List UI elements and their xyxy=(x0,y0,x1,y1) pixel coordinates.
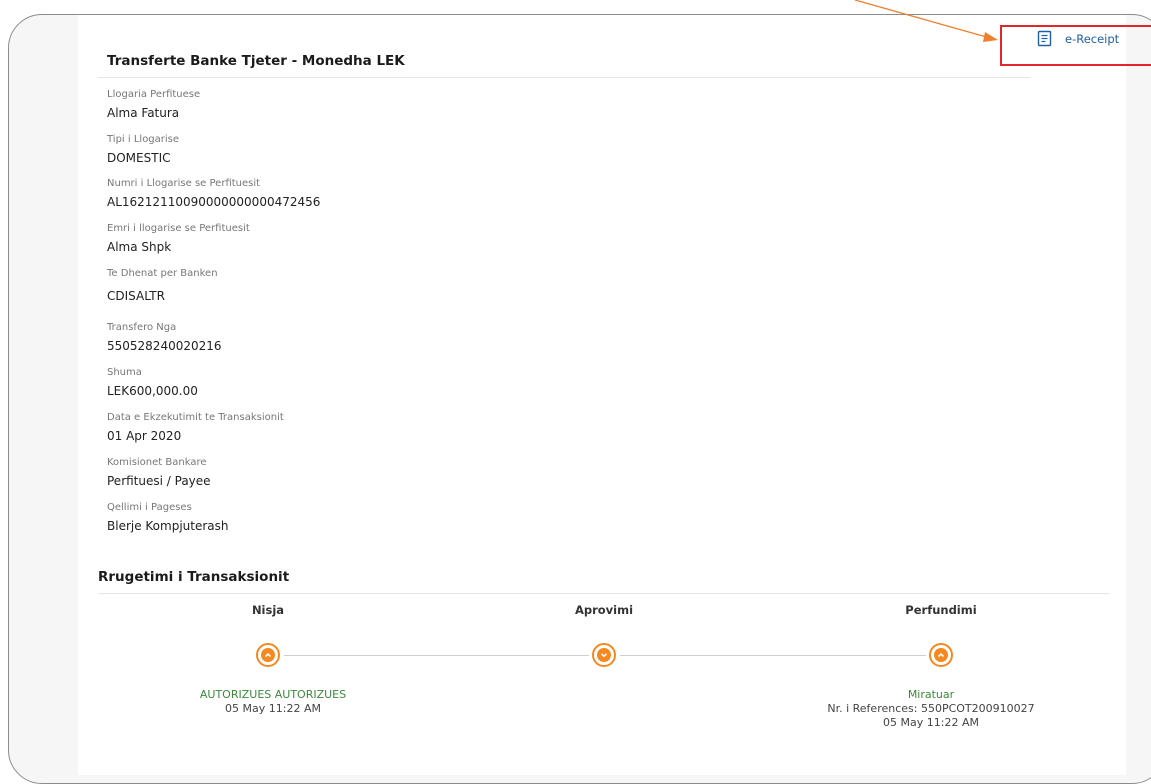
field-label: Data e Ekzekutimit te Transaksionit xyxy=(107,412,284,423)
field-amount: Shuma LEK600,000.00 xyxy=(107,366,198,400)
field-bank-details: Te Dhenat per Banken CDISALTR xyxy=(107,267,218,305)
field-beneficiary-account-number: Numri i Llogarise se Perfituesit AL16212… xyxy=(107,177,320,211)
step-info-perfundimi: Miratuar Nr. i References: 550PCOT200910… xyxy=(781,688,1081,730)
e-receipt-label[interactable]: e-Receipt xyxy=(1065,32,1119,46)
step-name-perfundimi: Perfundimi xyxy=(905,603,977,617)
timeline-connector xyxy=(284,655,589,656)
chevron-up-icon xyxy=(261,648,275,662)
step-status: AUTORIZUES AUTORIZUES xyxy=(199,688,347,701)
field-value: 01 Apr 2020 xyxy=(107,429,182,443)
field-label: Shuma xyxy=(107,367,142,378)
step-timestamp: 05 May 11:22 AM xyxy=(883,716,979,729)
routing-divider xyxy=(98,593,1110,594)
chevron-down-icon xyxy=(597,648,611,662)
field-beneficiary-account: Llogaria Perfituese Alma Fatura xyxy=(107,88,200,122)
field-label: Komisionet Bankare xyxy=(107,457,207,468)
routing-title: Rrugetimi i Transaksionit xyxy=(98,569,290,585)
field-value: 550528240020216 xyxy=(107,339,222,353)
field-label: Transfero Nga xyxy=(107,322,177,333)
field-value: Blerje Kompjuterash xyxy=(107,519,229,533)
field-label: Tipi i Llogarise xyxy=(107,134,180,145)
field-value: AL16212110090000000000472456 xyxy=(107,195,321,209)
field-value: CDISALTR xyxy=(107,289,165,303)
field-beneficiary-account-name: Emri i llogarise se Perfituesit Alma Shp… xyxy=(107,222,250,256)
step-status: Miratuar xyxy=(907,688,955,701)
field-value: Alma Fatura xyxy=(107,106,180,120)
document-icon xyxy=(1037,30,1052,47)
step-timestamp: 05 May 11:22 AM xyxy=(225,702,321,715)
field-label: Te Dhenat per Banken xyxy=(107,268,218,279)
field-label: Qellimi i Pageses xyxy=(107,502,192,513)
chevron-up-icon xyxy=(934,648,948,662)
field-value: DOMESTIC xyxy=(107,151,171,165)
field-value: LEK600,000.00 xyxy=(107,384,198,398)
e-receipt-link[interactable]: e-Receipt xyxy=(1037,30,1119,48)
timeline-connector xyxy=(620,655,926,656)
step-node-nisja[interactable] xyxy=(256,643,280,667)
step-node-perfundimi[interactable] xyxy=(929,643,953,667)
field-value: Alma Shpk xyxy=(107,240,172,254)
page-title: Transferte Banke Tjeter - Monedha LEK xyxy=(107,53,405,69)
field-label: Llogaria Perfituese xyxy=(107,89,201,100)
field-account-type: Tipi i Llogarise DOMESTIC xyxy=(107,133,179,167)
field-transfer-from: Transfero Nga 550528240020216 xyxy=(107,321,222,355)
step-node-aprovimi[interactable] xyxy=(592,643,616,667)
field-bank-fees: Komisionet Bankare Perfituesi / Payee xyxy=(107,456,211,490)
field-label: Emri i llogarise se Perfituesit xyxy=(107,223,250,234)
field-payment-purpose: Qellimi i Pageses Blerje Kompjuterash xyxy=(107,501,229,535)
field-label: Numri i Llogarise se Perfituesit xyxy=(107,178,261,189)
field-value: Perfituesi / Payee xyxy=(107,474,211,488)
step-name-aprovimi: Aprovimi xyxy=(574,603,634,617)
step-info-nisja: AUTORIZUES AUTORIZUES 05 May 11:22 AM xyxy=(158,688,388,716)
step-reference: Nr. i References: 550PCOT200910027 xyxy=(827,702,1035,715)
title-divider xyxy=(98,77,1030,78)
field-execution-date: Data e Ekzekutimit te Transaksionit 01 A… xyxy=(107,411,284,445)
step-name-nisja: Nisja xyxy=(251,603,285,617)
